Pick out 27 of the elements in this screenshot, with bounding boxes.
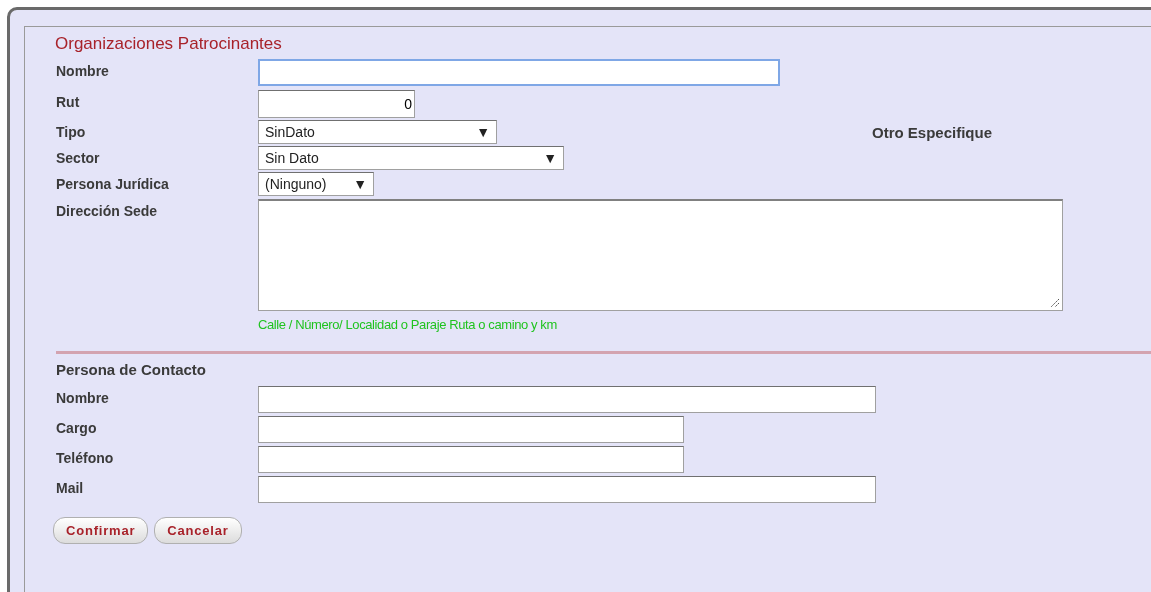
field-label: Teléfono: [56, 449, 115, 468]
input-field[interactable]: 0: [258, 90, 415, 118]
input-field[interactable]: [258, 416, 684, 443]
input-field[interactable]: [258, 59, 780, 86]
input-field[interactable]: [258, 386, 876, 413]
form-button[interactable]: Cancelar: [154, 517, 242, 544]
form-title: Organizaciones Patrocinantes: [55, 33, 283, 55]
text-area[interactable]: [258, 199, 1063, 311]
field-label: Nombre: [56, 62, 110, 81]
field-label: Dirección Sede: [56, 202, 159, 221]
dropdown[interactable]: (Ninguno) ▼: [258, 172, 374, 196]
resize-handle-icon[interactable]: [1050, 298, 1060, 308]
dropdown[interactable]: Sin Dato ▼: [258, 146, 564, 170]
section-heading: Persona de Contacto: [56, 359, 208, 380]
field-label: Cargo: [56, 419, 98, 438]
input-field[interactable]: [258, 476, 876, 503]
field-label: Sector: [56, 149, 101, 168]
form-button[interactable]: Confirmar: [53, 517, 149, 544]
field-label: Persona Jurídica: [56, 175, 170, 194]
field-label: Nombre: [56, 389, 110, 408]
field-label: Mail: [56, 479, 85, 498]
field-label: Tipo: [56, 123, 87, 142]
field-label: Otro Especifique: [872, 123, 993, 143]
input-field[interactable]: [258, 446, 684, 473]
field-label: Rut: [56, 93, 81, 112]
hint-text: Calle / Número/ Localidad o Paraje Ruta o camino y km: [258, 316, 558, 334]
dropdown[interactable]: SinDato ▼: [258, 120, 497, 144]
